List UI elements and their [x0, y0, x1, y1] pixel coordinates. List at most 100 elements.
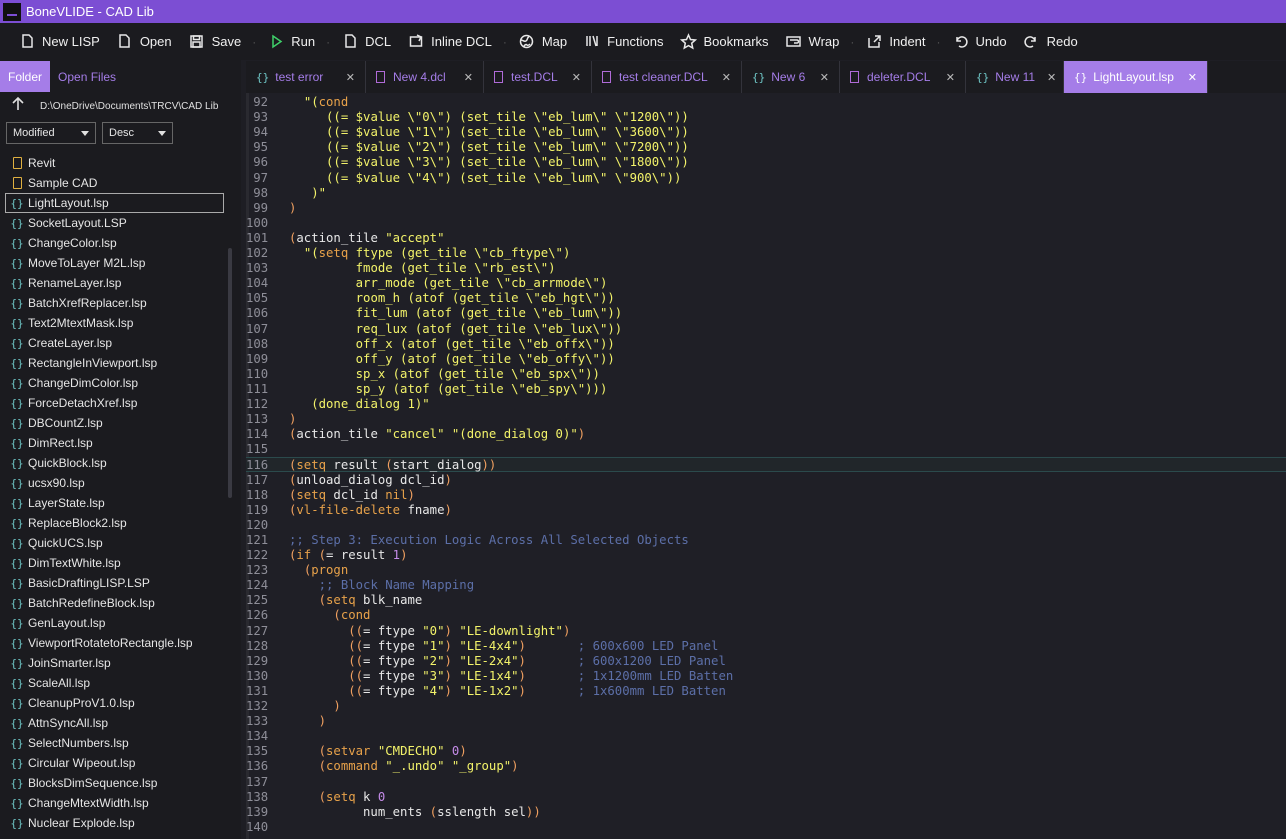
code-line[interactable]: 113) — [246, 412, 1286, 427]
scrollbar-thumb[interactable] — [228, 248, 232, 498]
code-line[interactable]: 129 ((= ftype "2") "LE-2x4") ; 600x1200 … — [246, 654, 1286, 669]
code-line[interactable]: 134 — [246, 729, 1286, 744]
file-item[interactable]: {} GenLayout.lsp — [0, 613, 228, 633]
tab-open-files[interactable]: Open Files — [50, 61, 124, 92]
code-line[interactable]: 120 — [246, 518, 1286, 533]
file-item[interactable]: {} DBCountZ.lsp — [0, 413, 228, 433]
code-line[interactable]: 118 (setq dcl_id nil) — [246, 488, 1286, 503]
editor-tab[interactable]: {} LightLayout.lsp ✕ — [1064, 61, 1208, 93]
file-item[interactable]: {} ForceDetachXref.lsp — [0, 393, 228, 413]
file-item[interactable]: {} BlocksDimSequence.lsp — [0, 773, 228, 793]
code-line[interactable]: 97 ((= $value \"4\") (set_tile \"eb_lum\… — [246, 171, 1286, 186]
close-icon[interactable]: ✕ — [572, 71, 581, 84]
code-line[interactable]: 127 ((= ftype "0") "LE-downlight") — [246, 624, 1286, 639]
file-item[interactable]: {} AttnSyncAll.lsp — [0, 713, 228, 733]
file-item[interactable]: {} ReplaceBlock2.lsp — [0, 513, 228, 533]
file-item[interactable]: {} ScaleAll.lsp — [0, 673, 228, 693]
undo-button[interactable]: Undo — [944, 27, 1015, 57]
code-line[interactable]: 136 (command "_.undo" "_group") — [246, 759, 1286, 774]
file-item[interactable]: {} ViewportRotatetoRectangle.lsp — [0, 633, 228, 653]
file-item[interactable]: {} QuickUCS.lsp — [0, 533, 228, 553]
code-line[interactable]: 100 — [246, 216, 1286, 231]
save-button[interactable]: Save — [180, 27, 250, 57]
dcl-button[interactable]: DCL — [333, 27, 399, 57]
code-line[interactable]: 139 num_ents (sslength sel)) — [246, 805, 1286, 820]
code-line[interactable]: 131 ((= ftype "4") "LE-1x2") ; 1x600mm L… — [246, 684, 1286, 699]
file-item[interactable]: {} DimRect.lsp — [0, 433, 228, 453]
file-item[interactable]: {} BasicDraftingLISP.LSP — [0, 573, 228, 593]
sort-order-select[interactable]: Desc — [102, 122, 173, 144]
code-line[interactable]: 135 (setvar "CMDECHO" 0) — [246, 744, 1286, 759]
code-line[interactable]: 110 sp_x (atof (get_tile \"eb_spx\")) — [246, 367, 1286, 382]
code-line[interactable]: 116 (setq result (start_dialog)) — [246, 457, 1286, 473]
code-line[interactable]: 96 ((= $value \"3\") (set_tile \"eb_lum\… — [246, 155, 1286, 170]
code-line[interactable]: 98 )" — [246, 186, 1286, 201]
editor-tab[interactable]: New 4.dcl ✕ — [366, 61, 484, 93]
indent-button[interactable]: Indent — [857, 27, 933, 57]
code-line[interactable]: 105 room_h (atof (get_tile \"eb_hgt\")) — [246, 291, 1286, 306]
editor-tab[interactable]: test.DCL ✕ — [484, 61, 592, 93]
file-item[interactable]: {} CleanupProV1.0.lsp — [0, 693, 228, 713]
code-line[interactable]: 95 ((= $value \"2\") (set_tile \"eb_lum\… — [246, 140, 1286, 155]
file-item[interactable]: {} ChangeColor.lsp — [0, 233, 228, 253]
code-line[interactable]: 109 off_y (atof (get_tile \"eb_offy\")) — [246, 352, 1286, 367]
code-line[interactable]: 122 (if (= result 1) — [246, 548, 1286, 563]
map-button[interactable]: Map — [510, 27, 575, 57]
sidebar-scrollbar[interactable] — [227, 153, 233, 839]
code-line[interactable]: 138 (setq k 0 — [246, 790, 1286, 805]
folder-item[interactable]: Sample CAD — [0, 173, 228, 193]
file-item[interactable]: {} QuickBlock.lsp — [0, 453, 228, 473]
close-icon[interactable]: ✕ — [1047, 71, 1056, 84]
code-editor[interactable]: 92 "(cond 93 ((= $value \"0\") (set_tile … — [246, 93, 1286, 839]
file-item[interactable]: {} Nuclear Explode.lsp — [0, 813, 228, 833]
functions-button[interactable]: Functions — [575, 27, 671, 57]
file-item[interactable]: {} SelectNumbers.lsp — [0, 733, 228, 753]
open-button[interactable]: Open — [108, 27, 180, 57]
code-line[interactable]: 112 (done_dialog 1)" — [246, 397, 1286, 412]
editor-tab[interactable]: deleter.DCL ✕ — [840, 61, 966, 93]
redo-button[interactable]: Redo — [1015, 27, 1086, 57]
code-line[interactable]: 92 "(cond — [246, 95, 1286, 110]
code-line[interactable]: 104 arr_mode (get_tile \"cb_arrmode\") — [246, 276, 1286, 291]
code-line[interactable]: 106 fit_lum (atof (get_tile \"eb_lum\")) — [246, 306, 1286, 321]
code-line[interactable]: 130 ((= ftype "3") "LE-1x4") ; 1x1200mm … — [246, 669, 1286, 684]
parent-folder-up-arrow-icon[interactable] — [10, 96, 26, 117]
code-line[interactable]: 117 (unload_dialog dcl_id) — [246, 473, 1286, 488]
file-item[interactable]: {} LightLayout.lsp — [5, 193, 224, 213]
code-line[interactable]: 99) — [246, 201, 1286, 216]
folder-item[interactable]: Revit — [0, 153, 228, 173]
code-line[interactable]: 108 off_x (atof (get_tile \"eb_offx\")) — [246, 337, 1286, 352]
code-line[interactable]: 124 ;; Block Name Mapping — [246, 578, 1286, 593]
inline-dcl-button[interactable]: Inline DCL — [399, 27, 500, 57]
code-line[interactable]: 133 ) — [246, 714, 1286, 729]
code-line[interactable]: 114 (action_tile "cancel" "(done_dialog 0… — [246, 427, 1286, 442]
file-item[interactable]: {} LayerState.lsp — [0, 493, 228, 513]
code-line[interactable]: 115 — [246, 442, 1286, 457]
file-item[interactable]: {} ucsx90.lsp — [0, 473, 228, 493]
close-icon[interactable]: ✕ — [464, 71, 473, 84]
editor-tab[interactable]: {} New 11 ✕ — [966, 61, 1064, 93]
file-item[interactable]: {} Text2MtextMask.lsp — [0, 313, 228, 333]
run-button[interactable]: Run — [259, 27, 323, 57]
file-item[interactable]: {} ChangeDimColor.lsp — [0, 373, 228, 393]
close-icon[interactable]: ✕ — [722, 71, 731, 84]
file-item[interactable]: {} ChangeMtextWidth.lsp — [0, 793, 228, 813]
tab-folder[interactable]: Folder — [0, 61, 51, 92]
code-line[interactable]: 111 sp_y (atof (get_tile \"eb_spy\"))) — [246, 382, 1286, 397]
editor-tab[interactable]: test cleaner.DCL ✕ — [592, 61, 742, 93]
code-line[interactable]: 140 — [246, 820, 1286, 835]
code-line[interactable]: 128 ((= ftype "1") "LE-4x4") ; 600x600 L… — [246, 639, 1286, 654]
file-item[interactable]: {} Circular Wipeout.lsp — [0, 753, 228, 773]
sort-field-select[interactable]: Modified — [6, 122, 96, 144]
code-line[interactable]: 137 — [246, 775, 1286, 790]
new-lisp-button[interactable]: New LISP — [10, 27, 108, 57]
wrap-button[interactable]: Wrap — [777, 27, 848, 57]
code-line[interactable]: 103 fmode (get_tile \"rb_est\") — [246, 261, 1286, 276]
code-line[interactable]: 107 req_lux (atof (get_tile \"eb_lux\")) — [246, 322, 1286, 337]
editor-tab[interactable]: {} New 6 ✕ — [742, 61, 840, 93]
file-item[interactable]: {} RectangleInViewport.lsp — [0, 353, 228, 373]
code-line[interactable]: 132 ) — [246, 699, 1286, 714]
close-icon[interactable]: ✕ — [1188, 71, 1197, 84]
code-line[interactable]: 93 ((= $value \"0\") (set_tile \"eb_lum\… — [246, 110, 1286, 125]
file-item[interactable]: {} MoveToLayer M2L.lsp — [0, 253, 228, 273]
